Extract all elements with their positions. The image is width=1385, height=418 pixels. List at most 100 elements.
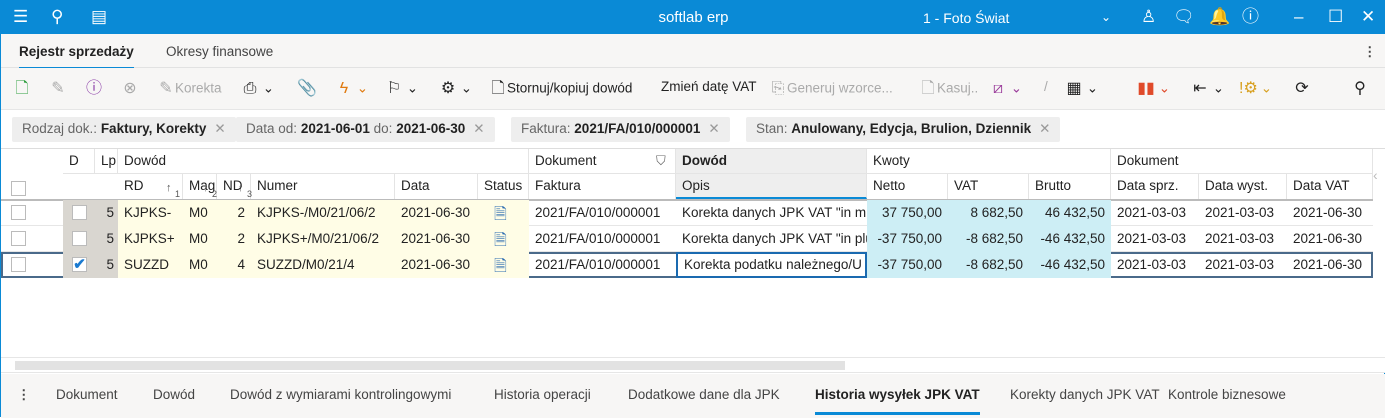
row-checkbox[interactable] <box>11 231 26 246</box>
bottom-tab-dowod[interactable]: Dowód <box>153 387 195 402</box>
column-header-nd[interactable]: ND <box>217 174 251 199</box>
opis-cell[interactable]: Korekta danych JPK VAT "in minus" <box>676 200 867 226</box>
more-icon[interactable]: ⋮ <box>1363 44 1377 60</box>
close-icon[interactable]: ✕ <box>1361 7 1375 27</box>
attachment-icon[interactable]: 📎 <box>297 79 317 99</box>
message-icon[interactable]: 🗨 <box>1173 7 1195 27</box>
column-header-sprz[interactable]: Data sprz. <box>1111 174 1199 199</box>
bottom-tab-korekty-danych[interactable]: Korekty danych JPK VAT <box>1010 387 1160 402</box>
data-grid: D Lp Dowód Dokument Dowód Kwoty Dokument ⛉ ‹ RD Ma… <box>1 149 1385 357</box>
bottom-tab-historia-operacji[interactable]: Historia operacji <box>494 387 591 402</box>
select-all-checkbox[interactable] <box>11 181 26 196</box>
print-icon[interactable]: ⎙ ⌄ <box>241 79 274 99</box>
tab-rejestr-sprzedazy[interactable]: Rejestr sprzedaży <box>19 44 134 70</box>
filter-chip-data[interactable]: Data od: 2021-06-01 do: 2021-06-30 ✕ <box>236 117 495 142</box>
data-cell: 2021-06-30 <box>401 205 471 220</box>
remove-filter-icon[interactable]: ✕ <box>1039 121 1050 136</box>
wyst-cell: 2021-03-03 <box>1205 205 1275 220</box>
korekta-button[interactable]: ✎ Korekta <box>157 79 221 99</box>
column-header-numer[interactable]: Numer <box>251 174 395 199</box>
scrollbar-thumb[interactable] <box>15 361 845 370</box>
column-header-datavat[interactable]: Data VAT <box>1287 174 1373 199</box>
help-icon[interactable]: ⓘ <box>1242 7 1259 27</box>
numer-cell: KJPKS+/M0/21/06/2 <box>257 231 379 246</box>
d-checkbox[interactable] <box>72 205 87 220</box>
datavat-cell: 2021-06-30 <box>1293 257 1363 272</box>
lp-cell: 5 <box>95 252 118 278</box>
rd-cell: KJPKS+ <box>124 231 175 246</box>
column-header-opis[interactable]: Opis <box>676 174 867 199</box>
bell-icon[interactable]: 🔔 <box>1209 7 1230 27</box>
delete-document-icon[interactable]: ⊗ <box>121 79 139 99</box>
column-header-netto[interactable]: Netto <box>867 174 948 199</box>
more-icon[interactable]: ⋮ <box>17 387 31 403</box>
tab-okresy-finansowe[interactable]: Okresy finansowe <box>166 44 273 59</box>
settings-warning-icon[interactable]: !⚙ ⌄ <box>1239 79 1272 99</box>
document-settings-icon[interactable]: ⚙ ⌄ <box>439 79 472 99</box>
document-table-icon[interactable]: ▦ ⌄ <box>1065 79 1098 99</box>
bottom-tab-kontrole[interactable]: Kontrole biznesowe <box>1168 387 1286 402</box>
row-checkbox[interactable] <box>11 257 26 272</box>
company-selector[interactable]: 1 - Foto Świat <box>923 10 1009 26</box>
chevron-down-icon[interactable]: ⌄ <box>1101 7 1111 27</box>
toolbar: 🗋 ✎ ⓘ ⊗ ✎ Korekta ⎙ ⌄ 📎 ϟ ⌄ ⚐ ⌄ ⚙ ⌄ 🗋 Stor… <box>1 68 1385 110</box>
rd-cell: SUZZD <box>124 257 169 272</box>
column-group-d: D <box>63 149 95 174</box>
refresh-icon[interactable]: ⟳ <box>1293 79 1311 99</box>
clear-icon[interactable]: ⧄ ⌄ <box>989 79 1022 99</box>
column-header-brutto[interactable]: Brutto <box>1029 174 1111 199</box>
wyst-cell: 2021-03-03 <box>1205 257 1275 272</box>
opis-cell[interactable]: Korekta podatku należnego/U <box>676 252 867 278</box>
remove-filter-icon[interactable]: ✕ <box>473 121 484 136</box>
stornuj-button[interactable]: 🗋 Stornuj/kopiuj dowód <box>489 79 633 99</box>
opis-cell[interactable]: Korekta danych JPK VAT "in plus" <box>676 226 867 252</box>
faktura-cell: 2021/FA/010/000001 <box>535 231 661 246</box>
bottom-tab-dokument[interactable]: Dokument <box>56 387 118 402</box>
sort-order: 2 <box>212 189 218 199</box>
faktura-cell: 2021/FA/010/000001 <box>535 205 661 220</box>
vat-cell: -8 682,50 <box>965 231 1023 246</box>
filter-chip-faktura[interactable]: Faktura: 2021/FA/010/000001 ✕ <box>511 117 730 142</box>
filter-chip-stan[interactable]: Stan: Anulowany, Edycja, Brulion, Dzienn… <box>746 117 1061 142</box>
bottom-tabs: ⋮ Dokument Dowód Dowód z wymiarami kontr… <box>1 374 1385 418</box>
numer-cell: KJPKS-/M0/21/06/2 <box>257 205 376 220</box>
add-document-icon[interactable]: 🗋 <box>13 79 31 99</box>
kasuj-button[interactable]: 🗋 Kasuj.. <box>919 79 979 99</box>
bottom-tab-dowod-wymiary[interactable]: Dowód z wymiarami kontrolingowymi <box>230 387 451 402</box>
d-checkbox[interactable] <box>72 231 87 246</box>
user-icon[interactable]: ♙ <box>1141 7 1156 27</box>
column-header-faktura[interactable]: Faktura <box>529 174 676 199</box>
sort-asc-icon: ↑ <box>203 182 209 194</box>
zmien-date-vat-button[interactable]: Zmień datę VAT <box>661 79 757 94</box>
bottom-tab-dodatkowe-dane[interactable]: Dodatkowe dane dla JPK <box>628 387 780 402</box>
flag-icon[interactable]: ⚐ ⌄ <box>385 79 418 99</box>
column-header-status[interactable]: Status <box>478 174 529 199</box>
minimize-icon[interactable]: – <box>1294 7 1303 27</box>
bottom-tab-historia-wysylek[interactable]: Historia wysyłek JPK VAT <box>815 387 980 415</box>
column-header-rd[interactable]: RD <box>118 174 183 199</box>
filter-chip-rodzaj[interactable]: Rodzaj dok.: Faktury, Korekty ✕ <box>12 117 236 142</box>
remove-filter-icon[interactable]: ✕ <box>214 121 225 136</box>
edit-document-icon[interactable]: ✎ <box>49 79 67 99</box>
vat-cell: -8 682,50 <box>965 257 1023 272</box>
column-group-dowod: Dowód <box>118 149 529 174</box>
panel-icon[interactable]: ⇤ ⌄ <box>1191 79 1224 99</box>
mag-cell: M0 <box>189 205 208 220</box>
column-header-data[interactable]: Data <box>395 174 478 199</box>
horizontal-scrollbar[interactable] <box>1 357 1385 373</box>
sort-asc-icon: ↑ <box>166 182 172 194</box>
chart-icon[interactable]: ▮▮ ⌄ <box>1137 79 1170 99</box>
d-checkbox[interactable]: ✔ <box>72 257 87 272</box>
data-cell: 2021-06-30 <box>401 231 471 246</box>
filter-icon[interactable]: ⛉ <box>656 153 666 169</box>
column-header-vat[interactable]: VAT <box>948 174 1029 199</box>
scroll-left-icon[interactable]: ‹ <box>1373 149 1385 201</box>
document-action-icon[interactable]: ϟ ⌄ <box>335 79 368 99</box>
generuj-wzorce-button[interactable]: ⎘ Generuj wzorce... <box>769 79 893 99</box>
search-filter-icon[interactable]: ⚲ <box>1351 79 1369 99</box>
remove-filter-icon[interactable]: ✕ <box>708 121 719 136</box>
row-checkbox[interactable] <box>11 205 26 220</box>
info-document-icon[interactable]: ⓘ <box>85 79 103 99</box>
maximize-icon[interactable]: ☐ <box>1328 7 1343 27</box>
column-header-wyst[interactable]: Data wyst. <box>1199 174 1287 199</box>
